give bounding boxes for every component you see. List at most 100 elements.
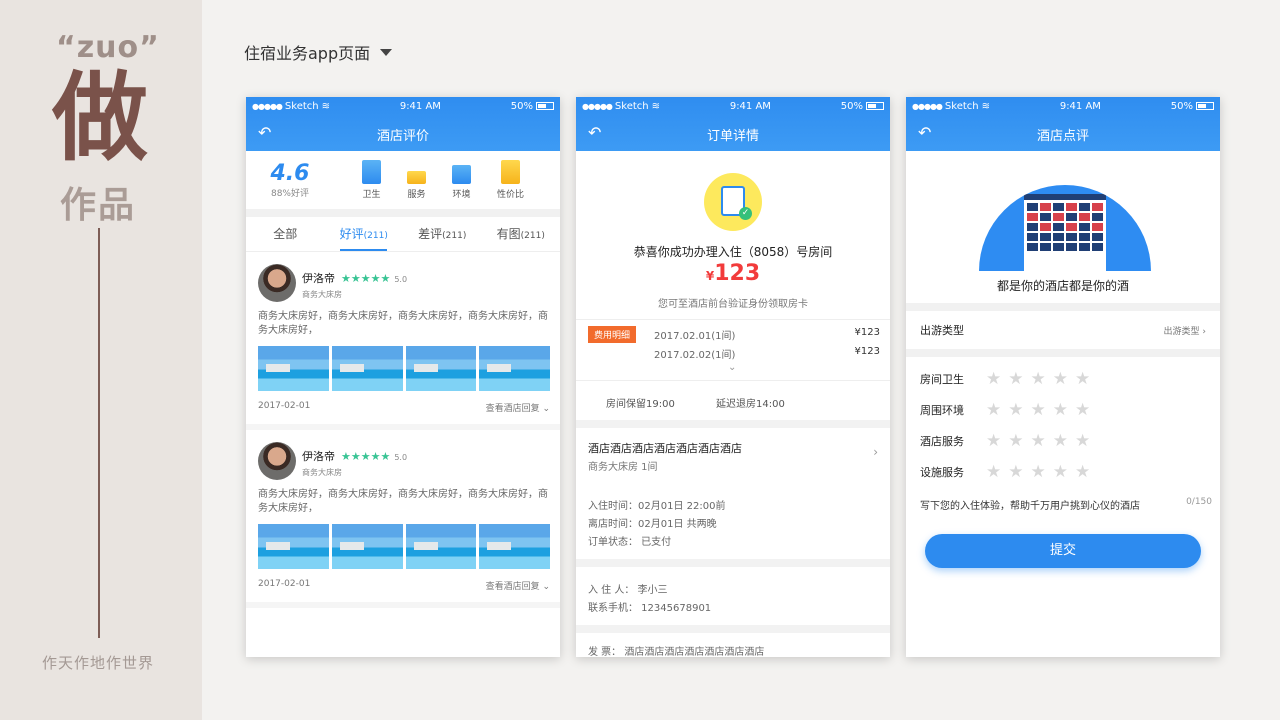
tab-count: (211) xyxy=(442,231,467,241)
star-rating-input[interactable]: ★★★★★ xyxy=(986,462,1097,482)
fee-tag: 费用明细 xyxy=(588,326,637,343)
page-title: 酒店点评 xyxy=(1036,129,1089,144)
chevron-down-icon: ⌄ xyxy=(542,582,550,592)
checkout-time: 离店时间：02月01日 共两晚 xyxy=(588,519,717,530)
avatar[interactable] xyxy=(258,442,296,480)
status-bar: ●●●●● Sketch ≋ 9:41 AM 50% xyxy=(576,97,890,115)
comment-field[interactable]: 写下您的入住体验，帮助千万用户挑到心仪的酒店 0/150 xyxy=(906,497,1220,512)
star-rating: ★★★★★ xyxy=(341,271,391,285)
tab-negative[interactable]: 差评(211) xyxy=(403,217,482,251)
guest-name: 入 住 人： 李小三 xyxy=(588,585,668,596)
order-status: 订单状态： 已支付 xyxy=(588,537,672,548)
section-dropdown[interactable]: 住宿业务app页面 xyxy=(244,40,393,64)
review-photos xyxy=(258,524,550,569)
star-rating-input[interactable]: ★★★★★ xyxy=(986,369,1097,389)
late-checkout: 延迟退房14:00 xyxy=(716,399,785,410)
bar-label: 卫生 xyxy=(362,190,381,200)
rating-label: 房间卫生 xyxy=(920,372,964,386)
phone-order-details: ●●●●● Sketch ≋ 9:41 AM 50% ↶ 订单详情 ✓ 恭喜你成功办… xyxy=(576,97,890,657)
checkin-time: 入住时间：02月01日 22:00前 xyxy=(588,501,726,512)
room-policy: 房间保留19:00 延迟退房14:00 xyxy=(576,380,890,420)
brand-works: 作品 xyxy=(60,185,137,226)
submit-button[interactable]: 提交 xyxy=(925,534,1201,568)
review-photo[interactable] xyxy=(479,346,550,391)
review-score: 5.0 xyxy=(394,452,408,462)
rating-row: 周围环境 ★★★★★ xyxy=(906,394,1220,425)
rating-row: 设施服务 ★★★★★ xyxy=(906,456,1220,487)
bar-label: 环境 xyxy=(452,190,471,200)
tab-all[interactable]: 全部 xyxy=(246,217,325,251)
battery-icon xyxy=(866,101,884,110)
tab-positive[interactable]: 好评(211) xyxy=(325,217,404,251)
clock: 9:41 AM xyxy=(1059,100,1101,112)
reviewer-name: 伊洛帝 xyxy=(302,449,335,463)
divider xyxy=(576,559,890,567)
star-rating-input[interactable]: ★★★★★ xyxy=(986,431,1097,451)
fee-date: 2017.02.02(1间) xyxy=(654,350,736,361)
view-reply-link[interactable]: 查看酒店回复 ⌄ xyxy=(486,401,550,414)
review-text: 商务大床房好，商务大床房好，商务大床房好，商务大床房好，商务大床房好， xyxy=(258,489,548,514)
chevron-down-icon: ⌄ xyxy=(542,404,550,414)
clock: 9:41 AM xyxy=(729,100,771,112)
carrier: Sketch xyxy=(284,100,319,112)
phone-hotel-rating: ●●●●● Sketch ≋ 9:41 AM 50% ↶ 酒店点评 都是你的酒店… xyxy=(906,97,1220,657)
success-text: 恭喜你成功办理入住（8058）号房间 xyxy=(633,245,833,259)
chevron-right-icon[interactable]: › xyxy=(873,445,878,459)
bar-label: 服务 xyxy=(407,190,426,200)
tab-label: 好评 xyxy=(339,227,364,241)
currency: ¥ xyxy=(705,269,715,283)
hero-illustration: 都是你的酒店都是你的酒 xyxy=(906,151,1220,311)
invoice: 发 票： 酒店酒店酒店酒店酒店酒店酒店 xyxy=(588,647,765,657)
battery-text: 50% xyxy=(1170,100,1193,112)
trip-type-row[interactable]: 出游类型 出游类型 › xyxy=(906,311,1220,357)
rating-summary: 4.6 88%好评 卫生 服务 环境 性价比 xyxy=(246,151,560,217)
brand-divider xyxy=(98,228,100,638)
clipboard-icon: ✓ xyxy=(704,173,762,231)
price-amount: 123 xyxy=(714,261,761,286)
nav-bar: ●●●●● Sketch ≋ 9:41 AM 50% ↶ 酒店评价 xyxy=(246,97,560,151)
expand-chevron-icon[interactable]: ⌄ xyxy=(728,362,736,373)
wifi-icon: ≋ xyxy=(981,100,990,112)
hotel-name-link[interactable]: 酒店酒店酒店酒店酒店酒店酒店 xyxy=(588,440,742,456)
room-info: 商务大床房 1间 xyxy=(588,462,658,473)
review-photo[interactable] xyxy=(331,346,403,391)
tab-with-photos[interactable]: 有图(211) xyxy=(482,217,561,251)
review-photo[interactable] xyxy=(405,524,477,569)
review-photo[interactable] xyxy=(331,524,403,569)
battery-text: 50% xyxy=(510,100,533,112)
section-title: 住宿业务app页面 xyxy=(244,44,371,63)
clock: 9:41 AM xyxy=(399,100,441,112)
avatar[interactable] xyxy=(258,264,296,302)
review-photo[interactable] xyxy=(479,524,550,569)
reviewer-name: 伊洛帝 xyxy=(302,271,335,285)
review-photo[interactable] xyxy=(405,346,477,391)
tab-label: 全部 xyxy=(273,227,298,241)
reply-label: 查看酒店回复 xyxy=(485,582,540,592)
rating-label: 设施服务 xyxy=(920,465,964,479)
room-type: 商务大床房 xyxy=(302,289,342,299)
hero-text: 都是你的酒店都是你的酒 xyxy=(996,279,1129,293)
brand-panel: “zuo” 做 作品 作天作地作世界 xyxy=(0,0,202,720)
review-photo[interactable] xyxy=(258,346,329,391)
page-title: 酒店评价 xyxy=(376,129,429,144)
bar-value xyxy=(501,160,520,184)
fee-price: ¥123 xyxy=(854,346,880,357)
bar-hygiene xyxy=(362,160,381,184)
review-date: 2017-02-01 xyxy=(258,401,311,411)
review-photo[interactable] xyxy=(258,524,329,569)
view-reply-link[interactable]: 查看酒店回复 ⌄ xyxy=(486,579,550,592)
star-rating-input[interactable]: ★★★★★ xyxy=(986,400,1097,420)
rating-label: 周围环境 xyxy=(920,403,964,417)
room-keep: 房间保留19:00 xyxy=(606,399,675,410)
bar-environment xyxy=(452,165,471,184)
tab-count: (211) xyxy=(520,231,545,241)
rating-label: 酒店服务 xyxy=(920,434,964,448)
reply-label: 查看酒店回复 xyxy=(485,404,540,414)
brand-zuo: “zuo” xyxy=(56,30,160,65)
carrier: Sketch xyxy=(614,100,649,112)
checkin-note: 您可至酒店前台验证身份领取房卡 xyxy=(658,299,808,310)
hotel-illustration-icon xyxy=(979,185,1151,271)
nav-bar: ●●●●● Sketch ≋ 9:41 AM 50% ↶ 订单详情 xyxy=(576,97,890,151)
fee-date: 2017.02.01(1间) xyxy=(654,331,736,342)
wifi-icon: ≋ xyxy=(651,100,660,112)
